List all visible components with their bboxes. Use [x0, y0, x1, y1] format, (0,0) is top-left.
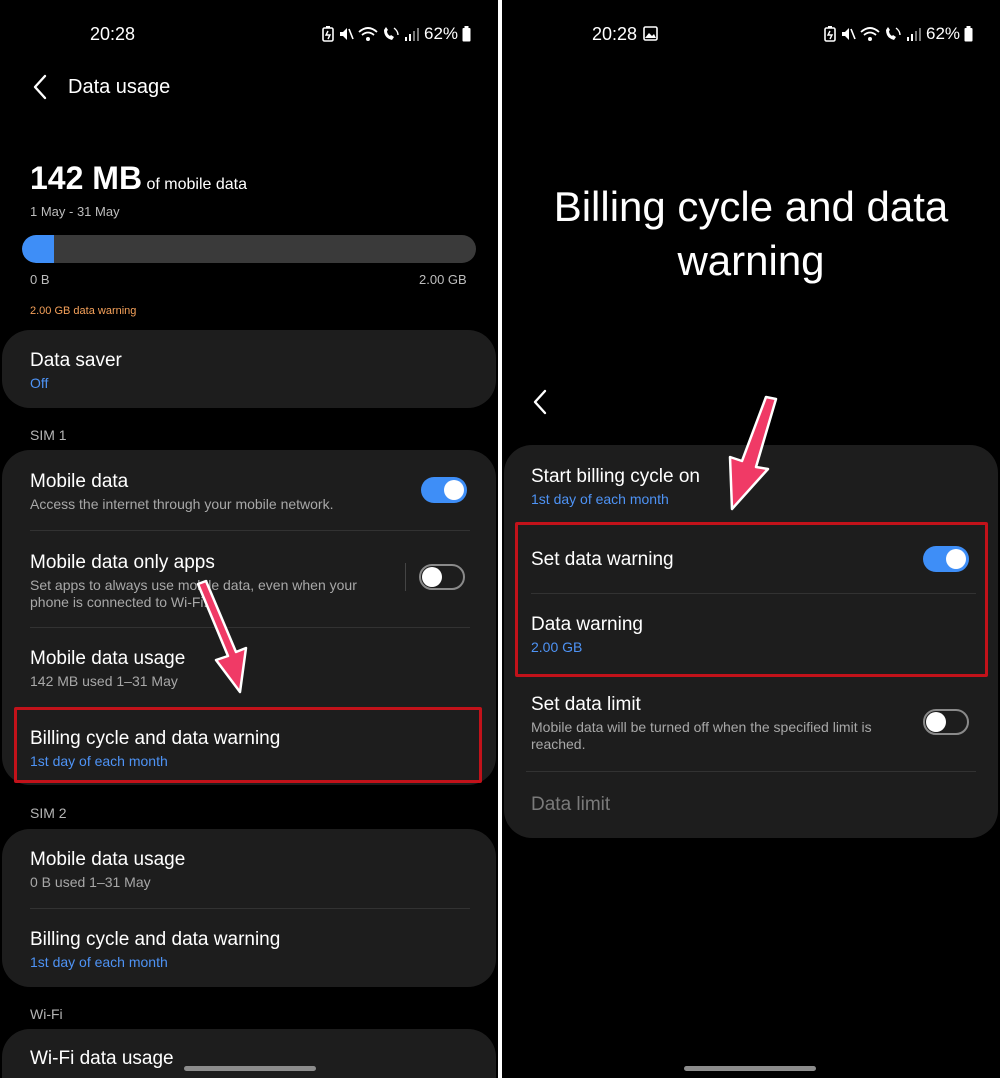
data-saver-item[interactable]: Data saver Off — [2, 330, 496, 408]
usage-progress-fill — [22, 235, 54, 263]
data-warning-label: 2.00 GB data warning — [30, 305, 137, 317]
annotation-arrow — [728, 395, 778, 511]
divider — [30, 530, 470, 531]
home-indicator[interactable] — [684, 1066, 816, 1071]
status-time: 20:28 — [592, 24, 638, 44]
page-title: Data usage — [68, 76, 171, 98]
battery-saver-icon — [322, 26, 334, 42]
sim2-usage-title: Mobile data usage — [30, 849, 186, 870]
set-limit-toggle[interactable] — [923, 709, 969, 735]
data-limit-item: Data limit — [531, 794, 611, 815]
mute-icon — [340, 28, 354, 40]
data-saver-status: Off — [30, 375, 49, 391]
billing-cycle-highlight-box — [14, 707, 482, 783]
usage-summary: 142 MB of mobile data — [30, 160, 247, 197]
usage-period: 1 May - 31 May — [30, 204, 120, 219]
mobile-data-title: Mobile data — [30, 471, 129, 492]
usage-min-label: 0 B — [30, 272, 50, 287]
battery-icon — [462, 26, 471, 42]
home-indicator[interactable] — [184, 1066, 316, 1071]
wifi-section-label: Wi-Fi — [30, 1006, 63, 1022]
battery-percent: 62% — [424, 24, 459, 43]
mobile-data-subtitle: Access the internet through your mobile … — [30, 496, 334, 512]
page-title-line-2: warning — [677, 237, 825, 284]
only-apps-toggle[interactable] — [419, 564, 465, 590]
divider — [526, 771, 976, 772]
annotation-arrow — [196, 579, 248, 694]
sim2-usage-subtitle: 0 B used 1–31 May — [30, 874, 151, 890]
back-arrow-icon[interactable] — [530, 387, 552, 417]
sim1-usage-subtitle: 142 MB used 1–31 May — [30, 673, 178, 689]
sim2-billing-title: Billing cycle and data warning — [30, 929, 281, 950]
signal-icon — [907, 28, 921, 41]
sim2-card: Mobile data usage 0 B used 1–31 May Bill… — [2, 829, 496, 987]
usage-max-label: 2.00 GB — [419, 272, 467, 287]
usage-of-label: of mobile data — [146, 176, 248, 193]
status-time: 20:28 — [90, 24, 136, 44]
mobile-data-toggle[interactable] — [421, 477, 467, 503]
battery-saver-icon — [824, 26, 836, 42]
mute-icon — [842, 28, 856, 40]
volte-icon — [886, 27, 901, 40]
billing-cycle-screen: 20:28 62% Billing cycle and data warning… — [502, 0, 1000, 1078]
data-warning-highlight-box — [515, 522, 988, 677]
back-arrow-icon[interactable] — [30, 72, 52, 102]
data-usage-screen: 20:28 62% Data usage 142 MB of mobile da… — [0, 0, 498, 1078]
signal-icon — [405, 28, 419, 41]
battery-percent: 62% — [926, 24, 961, 43]
status-icons: 62% — [322, 24, 471, 44]
start-cycle-subtitle: 1st day of each month — [531, 491, 669, 507]
volte-icon — [384, 27, 399, 40]
sim1-section-label: SIM 1 — [30, 427, 67, 443]
start-cycle-title: Start billing cycle on — [531, 466, 700, 487]
usage-progress-bar — [22, 235, 476, 263]
divider — [30, 908, 470, 909]
set-limit-subtitle: Mobile data will be turned off when the … — [531, 719, 872, 752]
wifi-call-icon — [860, 27, 880, 41]
usage-amount: 142 MB — [30, 160, 143, 196]
toggle-separator — [405, 563, 406, 591]
gallery-notification-icon — [643, 26, 658, 41]
sim2-section-label: SIM 2 — [30, 805, 67, 821]
page-title-line-1: Billing cycle and data — [553, 183, 949, 230]
wifi-call-icon — [358, 27, 378, 41]
battery-icon — [964, 26, 973, 42]
sim2-billing-subtitle: 1st day of each month — [30, 954, 168, 970]
data-saver-title: Data saver — [30, 350, 122, 371]
status-icons: 62% — [824, 24, 973, 44]
sim1-usage-title: Mobile data usage — [30, 648, 186, 669]
set-limit-title: Set data limit — [531, 694, 641, 715]
only-apps-title: Mobile data only apps — [30, 552, 215, 573]
wifi-usage-title[interactable]: Wi-Fi data usage — [30, 1048, 174, 1070]
